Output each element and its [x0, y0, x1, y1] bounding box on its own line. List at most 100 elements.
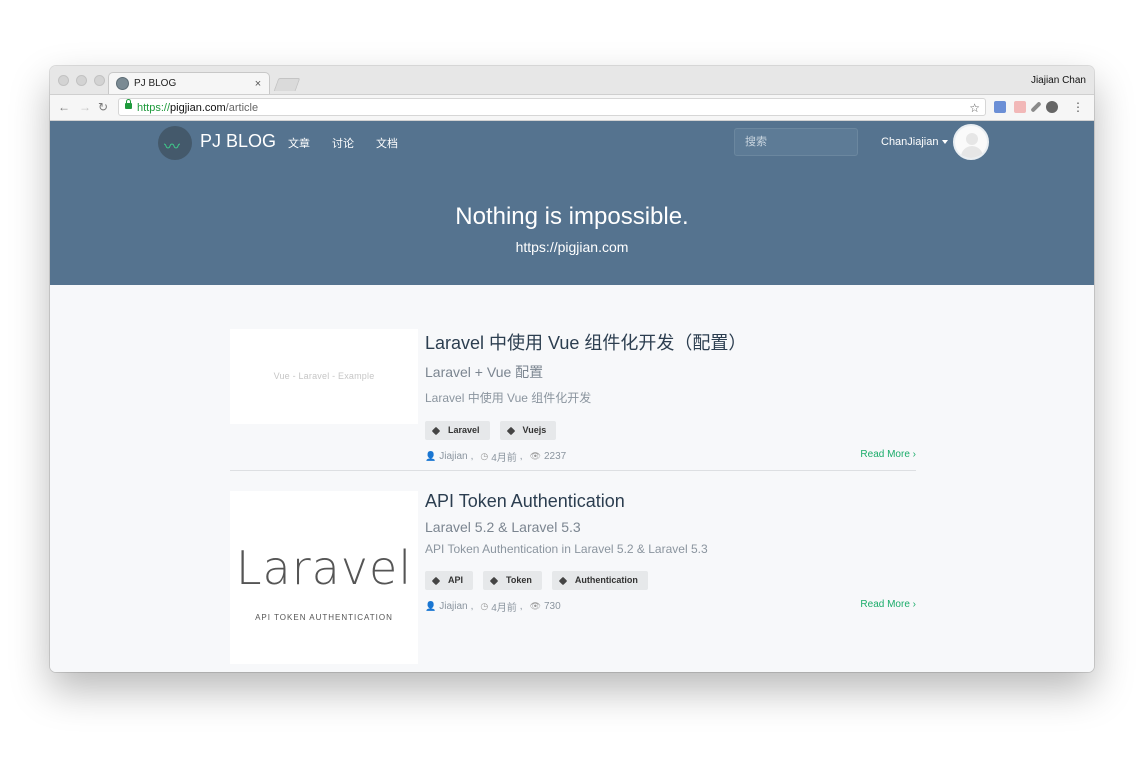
site-brand[interactable]: PJ BLOG: [200, 131, 276, 152]
thumbnail-text: Laravel: [235, 541, 413, 595]
read-more-link[interactable]: Read More ›: [860, 599, 916, 610]
extension-icon[interactable]: [1046, 101, 1058, 113]
new-tab-button[interactable]: [273, 78, 301, 91]
nav-link-docs[interactable]: 文档: [376, 135, 398, 151]
article-author: Jiajian: [439, 600, 468, 612]
article-body: API Token Authentication Laravel 5.2 & L…: [425, 491, 916, 614]
nav-links: 文章 讨论 文档: [288, 135, 398, 151]
tag-label: Vuejs: [522, 425, 547, 435]
caret-down-icon: [942, 140, 949, 145]
clock-icon: ◷: [480, 600, 489, 611]
browser-tab[interactable]: PJ BLOG ×: [108, 72, 270, 94]
read-more-link[interactable]: Read More ›: [860, 449, 916, 460]
tag-api[interactable]: API: [425, 571, 474, 590]
nav-link-discussion[interactable]: 讨论: [332, 135, 354, 151]
meta-separator: ,: [470, 450, 474, 462]
article-meta: 👤 Jiajian , ◷ 4月前 , 👁 2237 Read More ›: [425, 449, 916, 464]
user-icon: 👤: [425, 450, 437, 461]
eyedropper-extension-icon[interactable]: [1030, 101, 1042, 113]
article-tags: API Token Authentication: [425, 571, 916, 590]
user-name: ChanJiajian: [881, 136, 939, 148]
forward-icon[interactable]: →: [79, 100, 91, 114]
extension-icon[interactable]: [1014, 101, 1026, 113]
article-views: 730: [544, 600, 561, 612]
article-divider: [230, 470, 916, 471]
url-text: https://pigjian.com/article: [137, 99, 258, 117]
read-more-label: Read More: [860, 599, 910, 610]
bookmark-star-icon[interactable]: ☆: [969, 99, 980, 117]
hero-banner: Nothing is impossible. https://pigjian.c…: [50, 163, 1094, 285]
back-icon[interactable]: ←: [58, 100, 70, 114]
article-thumbnail[interactable]: Vue - Laravel - Example: [230, 329, 418, 424]
favicon-icon: [116, 77, 129, 90]
tab-strip: PJ BLOG × Jiajian Chan: [50, 66, 1094, 95]
url-host: pigjian.com: [170, 102, 226, 114]
article-tags: Laravel Vuejs: [425, 421, 916, 440]
thumbnail-caption: API TOKEN AUTHENTICATION: [255, 613, 393, 622]
reload-icon[interactable]: ↻: [98, 100, 108, 114]
user-menu[interactable]: ChanJiajian: [881, 136, 949, 148]
tag-laravel[interactable]: Laravel: [425, 421, 490, 440]
clock-icon: ◷: [480, 450, 489, 461]
chevron-right-icon: ›: [912, 599, 916, 610]
window-controls: [58, 75, 105, 86]
address-bar[interactable]: https://pigjian.com/article ☆: [118, 98, 986, 116]
tag-icon: [431, 576, 441, 585]
article-author: Jiajian: [439, 450, 468, 462]
chevron-right-icon: ›: [912, 449, 916, 460]
tag-icon: [558, 576, 568, 585]
url-path: /article: [225, 102, 259, 114]
extensions-area: [994, 101, 1058, 113]
article-thumbnail[interactable]: Laravel API TOKEN AUTHENTICATION: [230, 491, 418, 664]
tag-label: API: [448, 575, 464, 585]
article-meta: 👤 Jiajian , ◷ 4月前 , 👁 730 Read More ›: [425, 599, 916, 614]
article-card: Laravel API TOKEN AUTHENTICATION API Tok…: [230, 491, 916, 672]
close-tab-icon[interactable]: ×: [251, 78, 265, 90]
article-description: API Token Authentication in Laravel 5.2 …: [425, 542, 708, 556]
article-title[interactable]: Laravel 中使用 Vue 组件化开发（配置）: [425, 329, 916, 355]
profile-name[interactable]: Jiajian Chan: [1031, 75, 1086, 86]
meta-separator: ,: [519, 600, 523, 612]
article-subtitle: Laravel + Vue 配置: [425, 364, 544, 380]
eye-icon: 👁: [529, 450, 541, 461]
avatar[interactable]: [953, 124, 989, 160]
eye-icon: 👁: [529, 600, 541, 611]
tab-title: PJ BLOG: [134, 78, 177, 89]
article-description: Laravel 中使用 Vue 组件化开发: [425, 391, 592, 405]
tag-icon: [489, 576, 499, 585]
article-time: 4月前: [491, 452, 517, 464]
blog-page: PJ BLOG 文章 讨论 文档 ChanJiajian Nothing is …: [50, 121, 1094, 672]
lock-icon: [125, 99, 132, 109]
url-scheme: https://: [137, 102, 171, 114]
thumbnail-text: Vue - Laravel - Example: [273, 371, 375, 381]
site-logo-icon[interactable]: [158, 126, 192, 160]
browser-window: PJ BLOG × Jiajian Chan ← → ↻ https://pig…: [50, 66, 1094, 672]
tag-authentication[interactable]: Authentication: [551, 571, 648, 590]
meta-separator: ,: [519, 450, 523, 462]
nav-link-articles[interactable]: 文章: [288, 135, 310, 151]
browser-toolbar: ← → ↻ https://pigjian.com/article ☆ ⋮: [50, 95, 1094, 121]
browser-menu-icon[interactable]: ⋮: [1072, 100, 1084, 114]
article-title[interactable]: API Token Authentication: [425, 491, 916, 512]
article-subtitle: Laravel 5.2 & Laravel 5.3: [425, 519, 581, 535]
tag-label: Laravel: [448, 425, 480, 435]
user-icon: 👤: [425, 600, 437, 611]
tag-icon: [506, 426, 515, 435]
translate-extension-icon[interactable]: [994, 101, 1006, 113]
meta-separator: ,: [470, 600, 474, 612]
tag-vuejs[interactable]: Vuejs: [499, 421, 557, 440]
hero-title: Nothing is impossible.: [455, 203, 689, 230]
close-window-button[interactable]: [58, 75, 69, 86]
search-input[interactable]: [734, 128, 858, 156]
article-body: Laravel 中使用 Vue 组件化开发（配置） Laravel + Vue …: [425, 329, 916, 464]
minimize-window-button[interactable]: [76, 75, 87, 86]
read-more-label: Read More: [860, 449, 910, 460]
tag-token[interactable]: Token: [483, 571, 542, 590]
tag-icon: [431, 426, 441, 435]
article-time: 4月前: [491, 602, 517, 614]
site-navbar: PJ BLOG 文章 讨论 文档 ChanJiajian: [50, 121, 1094, 163]
tag-label: Token: [506, 575, 532, 585]
zoom-window-button[interactable]: [94, 75, 105, 86]
hero-subtitle: https://pigjian.com: [515, 239, 629, 255]
article-card: Vue - Laravel - Example Laravel 中使用 Vue …: [230, 329, 916, 464]
